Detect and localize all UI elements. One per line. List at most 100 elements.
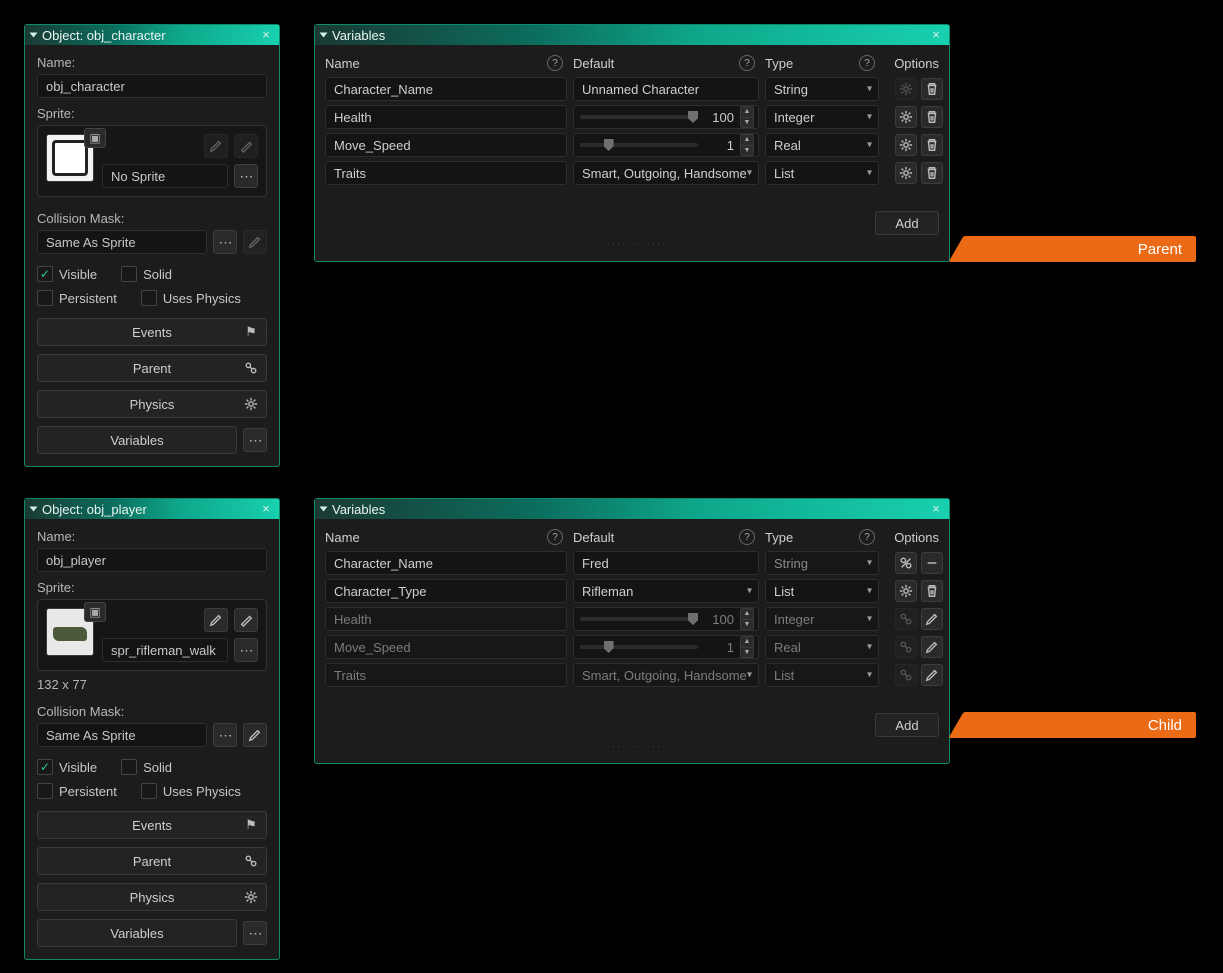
col-options: Options — [885, 530, 943, 545]
resize-handle[interactable]: ·············· — [325, 741, 939, 751]
var-type-dropdown[interactable]: List — [765, 579, 879, 603]
name-input[interactable]: obj_character — [37, 74, 267, 98]
edit-icon[interactable] — [921, 664, 943, 686]
solid-checkbox[interactable]: Solid — [121, 759, 172, 775]
stepper[interactable]: ▲▼ — [740, 134, 754, 156]
object-editor-parent: Object: obj_character × Name: obj_charac… — [24, 24, 280, 467]
variables-more-button[interactable] — [243, 921, 267, 945]
collapse-icon[interactable] — [30, 507, 38, 512]
var-type-dropdown[interactable]: List — [765, 161, 879, 185]
stepper[interactable]: ▲▼ — [740, 106, 754, 128]
add-button[interactable]: Add — [875, 211, 939, 235]
edit-icon[interactable] — [921, 636, 943, 658]
delete-icon[interactable] — [921, 78, 943, 100]
var-name[interactable]: Character_Name — [325, 77, 567, 101]
var-type-dropdown[interactable]: String — [765, 77, 879, 101]
parent-button[interactable]: Parent — [37, 354, 267, 382]
panel-title[interactable]: Variables × — [315, 499, 949, 519]
events-button[interactable]: Events⚑ — [37, 811, 267, 839]
collision-browse-button[interactable] — [213, 230, 237, 254]
var-default-dropdown[interactable]: Smart, Outgoing, Handsome — [573, 161, 759, 185]
panel-title[interactable]: Variables × — [315, 25, 949, 45]
col-type: Type? — [765, 55, 879, 71]
remove-icon[interactable] — [921, 552, 943, 574]
delete-icon[interactable] — [921, 106, 943, 128]
collision-browse-button[interactable] — [213, 723, 237, 747]
help-icon[interactable]: ? — [739, 55, 755, 71]
sprite-layer-icon[interactable]: ▣ — [84, 128, 106, 148]
options-icon[interactable] — [895, 134, 917, 156]
panel-title-text: Variables — [332, 28, 385, 43]
edit-icon[interactable] — [921, 608, 943, 630]
sprite-name-field[interactable]: spr_rifleman_walk — [102, 638, 228, 662]
var-name[interactable]: Move_Speed — [325, 133, 567, 157]
options-icon[interactable] — [895, 162, 917, 184]
var-slider[interactable]: 100 ▲▼ — [573, 105, 759, 129]
physics-button[interactable]: Physics — [37, 883, 267, 911]
var-name[interactable]: Character_Type — [325, 579, 567, 603]
uses-physics-checkbox[interactable]: Uses Physics — [141, 290, 241, 306]
variables-more-button[interactable] — [243, 428, 267, 452]
delete-icon[interactable] — [921, 580, 943, 602]
events-button[interactable]: Events⚑ — [37, 318, 267, 346]
collapse-icon[interactable] — [30, 33, 38, 38]
help-icon[interactable]: ? — [547, 529, 563, 545]
brush-icon[interactable] — [234, 608, 258, 632]
visible-checkbox[interactable]: Visible — [37, 266, 97, 282]
options-icon[interactable] — [895, 106, 917, 128]
variables-button[interactable]: Variables — [37, 426, 237, 454]
collision-mask-field[interactable]: Same As Sprite — [37, 723, 207, 747]
edit-mask-icon[interactable] — [243, 723, 267, 747]
delete-icon[interactable] — [921, 162, 943, 184]
panel-title[interactable]: Object: obj_character × — [25, 25, 279, 45]
close-icon[interactable]: × — [929, 501, 943, 515]
add-button[interactable]: Add — [875, 713, 939, 737]
sprite-layer-icon[interactable]: ▣ — [84, 602, 106, 622]
physics-button[interactable]: Physics — [37, 390, 267, 418]
solid-checkbox[interactable]: Solid — [121, 266, 172, 282]
persistent-checkbox[interactable]: Persistent — [37, 783, 117, 799]
var-type-dropdown: Real — [765, 635, 879, 659]
visible-checkbox[interactable]: Visible — [37, 759, 97, 775]
link-icon — [242, 359, 260, 377]
collapse-icon[interactable] — [320, 33, 328, 38]
gear-icon — [242, 888, 260, 906]
resize-handle[interactable]: ·············· — [325, 239, 939, 249]
var-slider[interactable]: 1 ▲▼ — [573, 133, 759, 157]
var-default[interactable]: Fred — [573, 551, 759, 575]
panel-title[interactable]: Object: obj_player × — [25, 499, 279, 519]
var-type-dropdown[interactable]: Real — [765, 133, 879, 157]
var-name[interactable]: Health — [325, 105, 567, 129]
help-icon[interactable]: ? — [859, 529, 875, 545]
name-input[interactable]: obj_player — [37, 548, 267, 572]
close-icon[interactable]: × — [259, 501, 273, 515]
var-type-dropdown[interactable]: String — [765, 551, 879, 575]
options-icon[interactable] — [895, 580, 917, 602]
uses-physics-checkbox[interactable]: Uses Physics — [141, 783, 241, 799]
collapse-icon[interactable] — [320, 507, 328, 512]
table-row-inherited: Health 100 ▲▼ Integer — [325, 607, 939, 631]
var-name[interactable]: Character_Name — [325, 551, 567, 575]
help-icon[interactable]: ? — [739, 529, 755, 545]
var-default-dropdown[interactable]: Rifleman — [573, 579, 759, 603]
close-icon[interactable]: × — [259, 27, 273, 41]
parent-button[interactable]: Parent — [37, 847, 267, 875]
override-icon[interactable] — [895, 552, 917, 574]
help-icon[interactable]: ? — [859, 55, 875, 71]
sprite-name-field[interactable]: No Sprite — [102, 164, 228, 188]
var-default[interactable]: Unnamed Character — [573, 77, 759, 101]
variables-button[interactable]: Variables — [37, 919, 237, 947]
var-type-dropdown[interactable]: Integer — [765, 105, 879, 129]
row-options — [885, 664, 943, 686]
sprite-browse-button[interactable] — [234, 638, 258, 662]
collision-mask-field[interactable]: Same As Sprite — [37, 230, 207, 254]
delete-icon[interactable] — [921, 134, 943, 156]
child-tag: Child — [966, 712, 1196, 738]
sprite-browse-button[interactable] — [234, 164, 258, 188]
sprite-label: Sprite: — [37, 106, 267, 121]
var-name[interactable]: Traits — [325, 161, 567, 185]
persistent-checkbox[interactable]: Persistent — [37, 290, 117, 306]
close-icon[interactable]: × — [929, 27, 943, 41]
help-icon[interactable]: ? — [547, 55, 563, 71]
edit-sprite-icon[interactable] — [204, 608, 228, 632]
